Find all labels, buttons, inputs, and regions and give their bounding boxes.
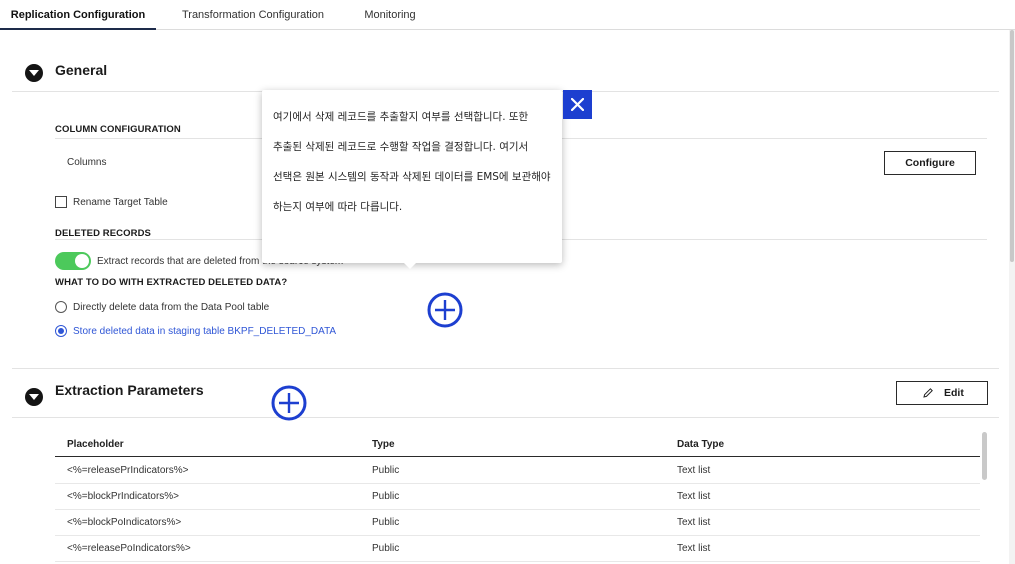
table-cell-data-type: Text list bbox=[677, 491, 711, 502]
column-header-type[interactable]: Type bbox=[372, 439, 395, 450]
extraction-parameters-title: Extraction Parameters bbox=[55, 382, 204, 398]
tooltip-arrow bbox=[403, 262, 417, 269]
table-cell-placeholder: <%=blockPrIndicators%> bbox=[67, 491, 180, 502]
table-cell-data-type: Text list bbox=[677, 517, 711, 528]
table-cell-type: Public bbox=[372, 491, 400, 502]
table-row-divider bbox=[55, 509, 980, 510]
edit-button[interactable]: Edit bbox=[896, 381, 988, 405]
close-icon bbox=[571, 98, 584, 111]
tab-monitoring[interactable]: Monitoring bbox=[352, 0, 428, 30]
column-configuration-heading: COLUMN CONFIGURATION bbox=[55, 124, 181, 135]
general-collapse-toggle[interactable] bbox=[25, 64, 43, 82]
table-row-divider bbox=[55, 535, 980, 536]
table-header-divider bbox=[55, 456, 980, 457]
plus-circle-icon[interactable] bbox=[271, 385, 307, 421]
radio-store-in-staging[interactable] bbox=[55, 325, 67, 337]
tooltip-text: 여기에서 삭제 레코드를 추출할지 여부를 선택합니다. 또한 추출된 삭제된 … bbox=[273, 111, 551, 213]
divider bbox=[12, 417, 999, 418]
tab-replication-configuration[interactable]: Replication Configuration bbox=[0, 0, 156, 30]
columns-label: Columns bbox=[67, 157, 107, 168]
table-scrollbar-thumb[interactable] bbox=[982, 432, 987, 480]
table-row-divider bbox=[55, 561, 980, 562]
extraction-parameters-collapse-toggle[interactable] bbox=[25, 388, 43, 406]
table-cell-type: Public bbox=[372, 543, 400, 554]
table-cell-data-type: Text list bbox=[677, 543, 711, 554]
deleted-records-heading: DELETED RECORDS bbox=[55, 228, 151, 239]
chevron-down-icon bbox=[29, 394, 39, 400]
tab-transformation-configuration[interactable]: Transformation Configuration bbox=[167, 0, 339, 30]
what-to-do-heading: WHAT TO DO WITH EXTRACTED DELETED DATA? bbox=[55, 277, 288, 288]
toggle-knob bbox=[75, 254, 89, 268]
edit-button-label: Edit bbox=[944, 387, 964, 399]
pencil-icon bbox=[923, 388, 933, 398]
tooltip-close-button[interactable] bbox=[563, 90, 592, 119]
table-row-divider bbox=[55, 483, 980, 484]
plus-circle-icon[interactable] bbox=[427, 292, 463, 328]
divider bbox=[12, 368, 999, 369]
rename-target-table-label: Rename Target Table bbox=[73, 197, 168, 208]
table-cell-placeholder: <%=blockPoIndicators%> bbox=[67, 517, 182, 528]
page-scrollbar-thumb[interactable] bbox=[1010, 30, 1014, 262]
tab-bar: Replication Configuration Transformation… bbox=[0, 0, 1015, 30]
column-header-data-type[interactable]: Data Type bbox=[677, 439, 724, 450]
table-cell-type: Public bbox=[372, 517, 400, 528]
general-section-title: General bbox=[55, 62, 108, 78]
extract-deleted-records-toggle[interactable] bbox=[55, 252, 91, 270]
table-cell-placeholder: <%=releasePoIndicators%> bbox=[67, 543, 191, 554]
table-cell-placeholder: <%=releasePrIndicators%> bbox=[67, 465, 189, 476]
radio-directly-delete[interactable] bbox=[55, 301, 67, 313]
rename-target-table-checkbox[interactable] bbox=[55, 196, 67, 208]
help-tooltip: 여기에서 삭제 레코드를 추출할지 여부를 선택합니다. 또한 추출된 삭제된 … bbox=[262, 90, 562, 263]
table-cell-data-type: Text list bbox=[677, 465, 711, 476]
table-cell-type: Public bbox=[372, 465, 400, 476]
column-header-placeholder[interactable]: Placeholder bbox=[67, 439, 124, 450]
radio-store-in-staging-label[interactable]: Store deleted data in staging table BKPF… bbox=[73, 326, 336, 337]
configure-button[interactable]: Configure bbox=[884, 151, 976, 175]
radio-directly-delete-label[interactable]: Directly delete data from the Data Pool … bbox=[73, 302, 269, 313]
chevron-down-icon bbox=[29, 70, 39, 76]
